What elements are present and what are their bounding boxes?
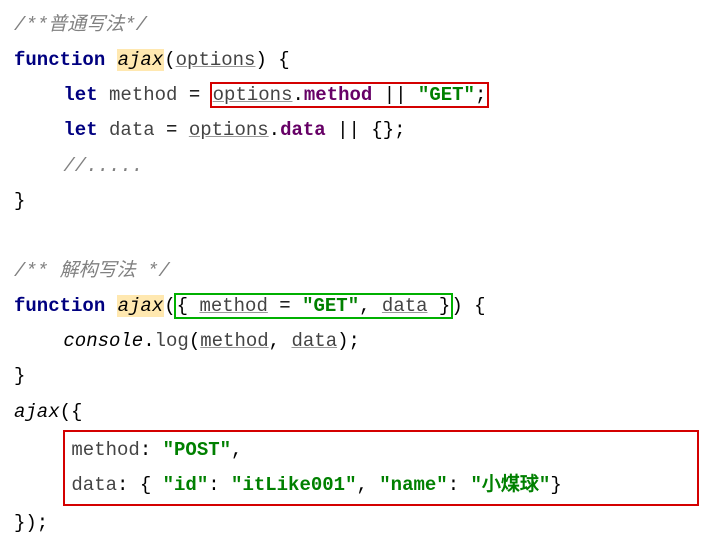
keyword-let: let <box>63 84 97 106</box>
string-post: "POST" <box>163 439 231 461</box>
var-method: method <box>109 84 177 106</box>
code-line: let method = options.method || "GET"; <box>14 78 699 113</box>
prop-data: data <box>280 119 326 141</box>
code-line: //..... <box>14 149 699 184</box>
empty-object: {} <box>371 119 394 141</box>
call-ajax: ajax <box>14 401 60 423</box>
comment-text: /**普通写法*/ <box>14 14 147 36</box>
equals: = <box>268 295 302 317</box>
brace-open: { <box>278 49 289 71</box>
keyword-function: function <box>14 49 105 71</box>
colon: : <box>117 474 140 496</box>
brace-open: { <box>177 295 200 317</box>
ellipsis-comment: //..... <box>63 155 143 177</box>
code-line: method: "POST", <box>71 433 691 468</box>
semicolon: ; <box>475 84 486 106</box>
brace-close: } <box>428 295 451 317</box>
comment-text: /** 解构写法 */ <box>14 260 170 282</box>
paren-close: ) <box>255 49 266 71</box>
paren-open: ( <box>189 330 200 352</box>
key-id: "id" <box>163 474 209 496</box>
or-operator: || <box>326 119 372 141</box>
prop-method: method <box>304 84 372 106</box>
destruct-method: method <box>199 295 267 317</box>
brace-close: } <box>550 474 561 496</box>
code-line: let data = options.data || {}; <box>14 113 699 148</box>
code-line: } <box>14 359 699 394</box>
comma: , <box>269 330 292 352</box>
code-line: data: { "id": "itLike001", "name": "小煤球"… <box>71 468 691 503</box>
highlight-box-green: { method = "GET", data } <box>176 295 452 317</box>
brace-open: { <box>140 474 163 496</box>
ref-options: options <box>189 119 269 141</box>
log-method: log <box>155 330 189 352</box>
code-line: } <box>14 184 699 219</box>
or-operator: || <box>372 84 418 106</box>
key-name: "name" <box>379 474 447 496</box>
code-line: console.log(method, data); <box>14 324 699 359</box>
function-name: ajax <box>117 295 165 317</box>
blank-line <box>14 219 699 254</box>
semicolon: ; <box>349 330 360 352</box>
param-options: options <box>176 49 256 71</box>
highlight-box-red: method: "POST", data: { "id": "itLike001… <box>63 430 699 506</box>
dot: . <box>292 84 303 106</box>
colon: : <box>140 439 163 461</box>
arg-method: method <box>200 330 268 352</box>
console-object: console <box>63 330 143 352</box>
code-line: ajax({ <box>14 395 699 430</box>
brace-close: } <box>14 365 25 387</box>
equals: = <box>155 119 189 141</box>
code-line: function ajax(options) { <box>14 43 699 78</box>
string-get: "GET" <box>302 295 359 317</box>
code-line: /**普通写法*/ <box>14 8 699 43</box>
paren-open: ( <box>60 401 71 423</box>
comma: , <box>359 295 382 317</box>
colon: : <box>448 474 471 496</box>
dot: . <box>143 330 154 352</box>
paren-open: ( <box>164 295 175 317</box>
code-line: function ajax({ method = "GET", data }) … <box>14 289 699 324</box>
brace-open: { <box>71 401 82 423</box>
brace-open: { <box>474 295 485 317</box>
arg-data: data <box>291 330 337 352</box>
val-name: "小煤球" <box>471 474 551 496</box>
paren-close: ) <box>451 295 462 317</box>
keyword-let: let <box>63 119 97 141</box>
brace-close: } <box>14 190 25 212</box>
dot: . <box>269 119 280 141</box>
destruct-data: data <box>382 295 428 317</box>
val-id: "itLike001" <box>231 474 356 496</box>
var-data: data <box>109 119 155 141</box>
highlight-box-red: options.method || "GET"; <box>212 84 488 106</box>
comma: , <box>356 474 379 496</box>
keyword-function: function <box>14 295 105 317</box>
paren-open: ( <box>164 49 175 71</box>
code-line: /** 解构写法 */ <box>14 254 699 289</box>
string-get: "GET" <box>418 84 475 106</box>
semicolon: ; <box>394 119 405 141</box>
key-method: method <box>71 439 139 461</box>
paren-close: ) <box>337 330 348 352</box>
colon: : <box>208 474 231 496</box>
equals: = <box>177 84 211 106</box>
key-data: data <box>71 474 117 496</box>
ref-options: options <box>213 84 293 106</box>
close-call: }); <box>14 512 48 534</box>
function-name: ajax <box>117 49 165 71</box>
code-line: }); <box>14 506 699 541</box>
